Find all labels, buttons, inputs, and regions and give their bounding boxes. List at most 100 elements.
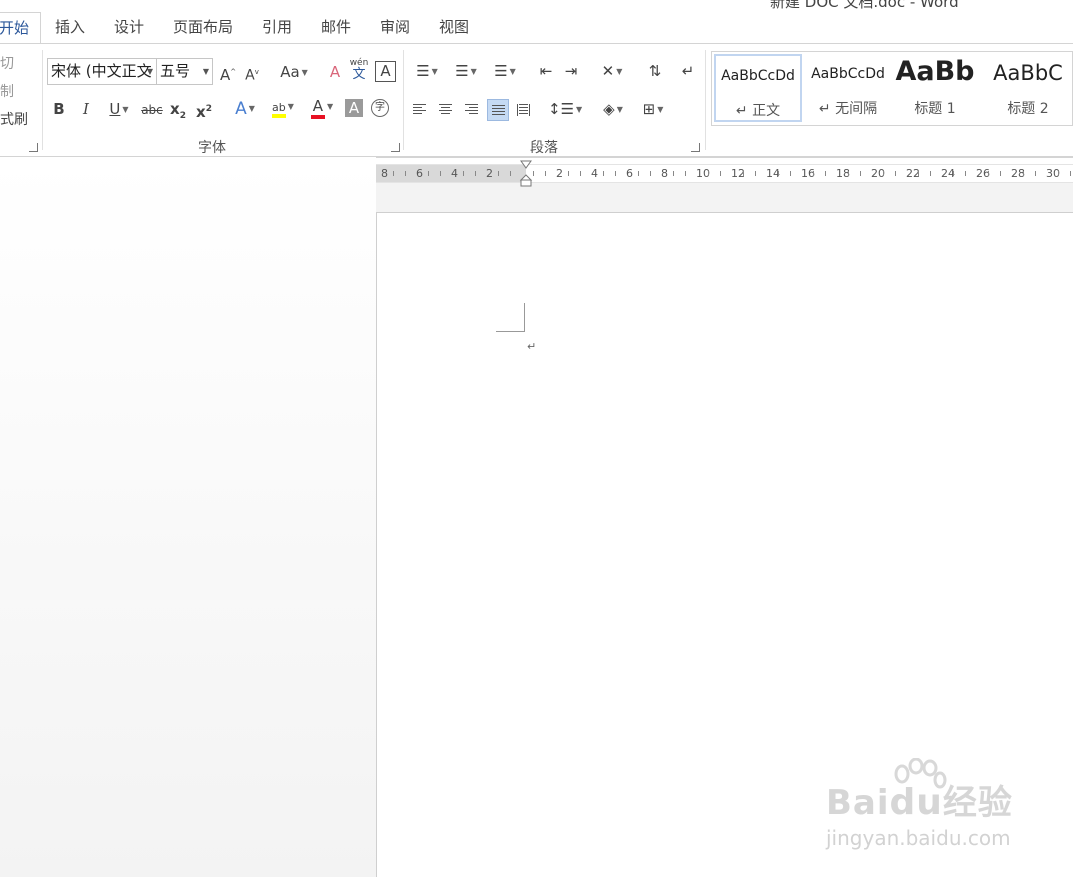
tab-home[interactable]: 开始 bbox=[0, 12, 41, 45]
decrease-indent-icon: ⇤ bbox=[539, 62, 553, 80]
line-spacing-button[interactable]: ↕☰ ▼ bbox=[548, 99, 582, 120]
format-painter-button[interactable]: 式刷 bbox=[0, 109, 28, 129]
ruler-label: 6 bbox=[626, 167, 633, 180]
phonetic-guide-button[interactable]: wén 文 bbox=[349, 58, 369, 81]
ruler-tick bbox=[1070, 171, 1071, 176]
align-center-icon bbox=[439, 104, 452, 116]
character-border-button[interactable]: A bbox=[375, 61, 396, 82]
paragraph-mark-icon: ↵ bbox=[681, 62, 695, 80]
underline-button[interactable]: U ▼ bbox=[103, 99, 135, 120]
grow-font-icon: A bbox=[220, 66, 231, 84]
ruler-tick bbox=[498, 171, 499, 176]
bold-button[interactable]: B bbox=[51, 99, 67, 119]
style-no-spacing[interactable]: AaBbCcDd ↵ 无间隔 bbox=[804, 54, 892, 122]
tab-insert[interactable]: 插入 bbox=[55, 12, 85, 44]
window-title: 新建 DOC 文档.doc - Word bbox=[770, 0, 959, 11]
character-border-icon: A bbox=[380, 62, 391, 80]
align-center-button[interactable] bbox=[435, 99, 457, 121]
font-group-label: 字体 bbox=[198, 140, 226, 156]
tab-review[interactable]: 审阅 bbox=[380, 12, 410, 44]
align-right-button[interactable] bbox=[461, 99, 483, 121]
ruler-tick bbox=[615, 171, 616, 176]
align-left-button[interactable] bbox=[409, 99, 431, 121]
ruler-tick bbox=[463, 171, 464, 176]
line-spacing-icon: ↕☰ bbox=[548, 100, 575, 118]
copy-button[interactable]: 制 bbox=[0, 81, 14, 101]
paragraph-dialog-launcher[interactable] bbox=[691, 143, 700, 152]
ruler-tick bbox=[883, 171, 884, 176]
distributed-button[interactable] bbox=[513, 99, 535, 121]
chinese-layout-button[interactable]: ✕ ▼ bbox=[595, 61, 629, 82]
shading-button[interactable]: ◈ ▼ bbox=[596, 99, 630, 120]
change-case-button[interactable]: Aa ▼ bbox=[278, 62, 310, 83]
cut-button[interactable]: 切 bbox=[0, 53, 14, 73]
increase-indent-button[interactable]: ⇥ bbox=[561, 61, 581, 81]
align-left-icon bbox=[413, 104, 426, 116]
numbering-button[interactable]: ☰ ▼ bbox=[449, 61, 483, 82]
decrease-indent-button[interactable]: ⇤ bbox=[536, 61, 556, 81]
style-sample: AaBbCcDd bbox=[721, 68, 795, 84]
show-hide-marks-button[interactable]: ↵ bbox=[678, 61, 698, 81]
style-heading-2[interactable]: AaBbC 标题 2 bbox=[984, 54, 1072, 122]
font-size-combo[interactable]: 五号 ▼ bbox=[156, 58, 213, 85]
underline-icon: U bbox=[109, 100, 121, 118]
character-shading-button[interactable]: A bbox=[345, 99, 363, 117]
clipboard-dialog-launcher[interactable] bbox=[29, 143, 38, 152]
ruler-tick bbox=[848, 171, 849, 176]
chinese-layout-icon: ✕ bbox=[601, 62, 615, 80]
style-normal[interactable]: AaBbCcDd ↵ 正文 bbox=[714, 54, 802, 122]
tab-view[interactable]: 视图 bbox=[439, 12, 469, 44]
tab-layout[interactable]: 页面布局 bbox=[173, 12, 233, 44]
chevron-down-icon[interactable]: ▼ bbox=[203, 59, 209, 84]
tab-mailings[interactable]: 邮件 bbox=[321, 12, 351, 44]
paragraph-group-label: 段落 bbox=[530, 140, 558, 156]
ruler-tick bbox=[860, 171, 861, 176]
distributed-icon bbox=[517, 104, 530, 116]
font-name-combo[interactable]: 宋体 (中文正文 ▼ bbox=[47, 58, 157, 85]
clear-formatting-button[interactable]: A bbox=[326, 62, 344, 82]
ruler-tick bbox=[533, 171, 534, 176]
baidu-watermark: Baidu经验 bbox=[826, 782, 1013, 823]
text-effects-button[interactable]: A ▼ bbox=[229, 99, 261, 119]
ruler-tick bbox=[685, 171, 686, 176]
group-separator bbox=[403, 50, 404, 150]
paint-bucket-icon: ◈ bbox=[603, 100, 615, 118]
tab-references[interactable]: 引用 bbox=[262, 12, 292, 44]
superscript-icon: x bbox=[196, 103, 206, 121]
ruler-tick bbox=[755, 171, 756, 176]
indent-marker-icon[interactable] bbox=[519, 160, 533, 188]
ruler-tick bbox=[405, 171, 406, 176]
ruler-tick bbox=[918, 171, 919, 176]
chevron-down-icon[interactable]: ▼ bbox=[147, 59, 153, 84]
margin-crop-mark bbox=[524, 303, 525, 332]
grow-font-button[interactable]: A^ bbox=[220, 62, 236, 85]
ruler-label: 4 bbox=[591, 167, 598, 180]
ruler-tick bbox=[953, 171, 954, 176]
ruler-tick bbox=[965, 171, 966, 176]
shrink-font-icon: A bbox=[245, 67, 255, 84]
eraser-icon: A bbox=[329, 63, 341, 81]
multilevel-list-button[interactable]: ☰ ▼ bbox=[488, 61, 522, 82]
font-dialog-launcher[interactable] bbox=[391, 143, 400, 152]
borders-button[interactable]: ⊞ ▼ bbox=[636, 99, 670, 120]
subscript-button[interactable]: x2 bbox=[168, 99, 188, 126]
style-heading-1[interactable]: AaBb 标题 1 bbox=[894, 54, 976, 122]
justify-button[interactable] bbox=[487, 99, 509, 121]
font-color-button[interactable]: A ▼ bbox=[305, 96, 339, 119]
bullets-button[interactable]: ☰ ▼ bbox=[410, 61, 444, 82]
tab-design[interactable]: 设计 bbox=[114, 12, 144, 44]
horizontal-ruler[interactable]: 8 6 4 2 2 4 6 8 10 12 14 16 18 20 22 24 26 28 30 bbox=[376, 160, 1073, 187]
numbering-icon: ☰ bbox=[455, 62, 469, 80]
ribbon-divider bbox=[376, 157, 1073, 158]
sort-button[interactable]: ⇅ bbox=[645, 61, 665, 81]
group-separator bbox=[705, 50, 706, 150]
shrink-font-button[interactable]: Av bbox=[244, 62, 260, 86]
superscript-button[interactable]: x2 bbox=[194, 99, 214, 122]
italic-button[interactable]: I bbox=[78, 99, 94, 119]
enclose-characters-button[interactable]: 字 bbox=[371, 99, 389, 117]
strikethrough-button[interactable]: abc bbox=[140, 100, 164, 120]
group-separator bbox=[42, 50, 43, 150]
highlight-button[interactable]: ab ▼ bbox=[266, 96, 300, 118]
ruler-tick bbox=[1035, 171, 1036, 176]
ruler-tick bbox=[545, 171, 546, 176]
